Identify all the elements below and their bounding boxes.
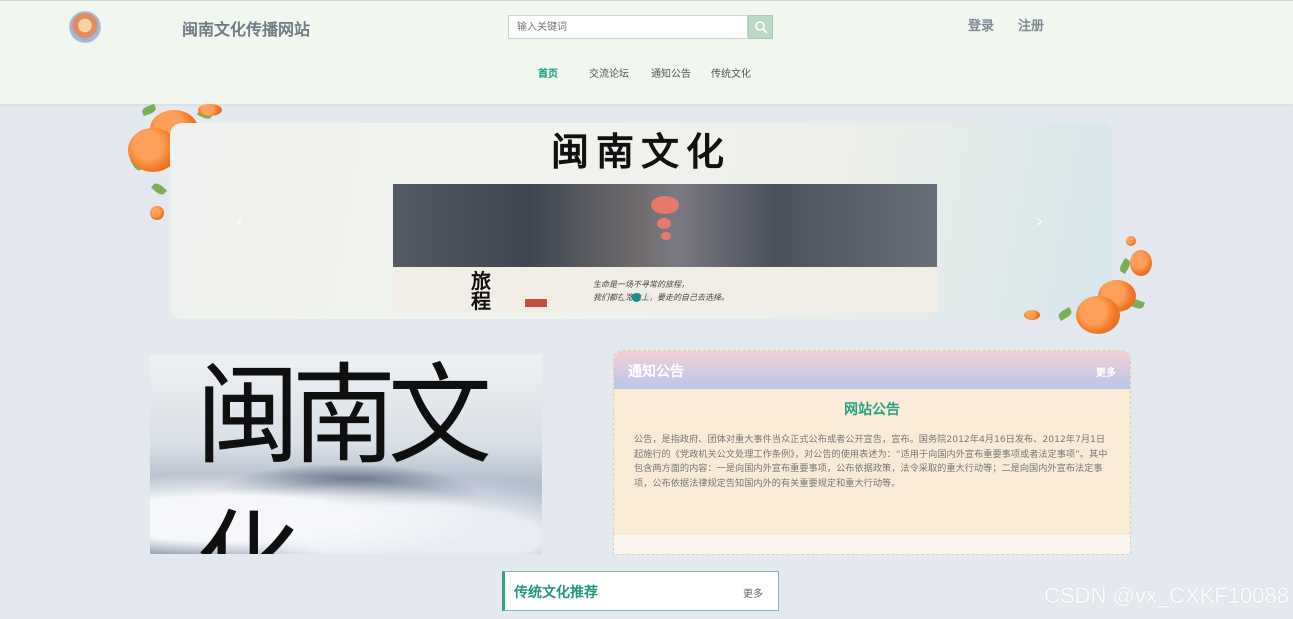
chevron-left-icon[interactable]: ‹ bbox=[236, 211, 243, 232]
flower-icon bbox=[1130, 250, 1152, 276]
site-header: 闽南文化传播网站 登录 注册 首页 交流论坛 通知公告 传统文化 bbox=[0, 0, 1293, 104]
csdn-watermark: CSDN @vx_CXKF10088 bbox=[1044, 583, 1289, 608]
search-button[interactable] bbox=[748, 15, 773, 39]
lantern-icon bbox=[661, 232, 671, 240]
chevron-right-icon[interactable]: › bbox=[1036, 211, 1043, 232]
leaf-icon bbox=[151, 181, 167, 197]
leaf-icon bbox=[141, 103, 157, 117]
poem-line-2: 我们都在路途上，要走的自己去选择。 bbox=[593, 293, 729, 302]
flower-icon bbox=[1024, 310, 1040, 320]
seal-stamp bbox=[525, 299, 547, 307]
nav-home[interactable]: 首页 bbox=[538, 65, 558, 80]
login-link[interactable]: 登录 bbox=[968, 15, 994, 34]
flower-icon bbox=[150, 206, 164, 220]
notice-header: 通知公告 更多 bbox=[614, 351, 1130, 389]
flower-icon bbox=[1076, 296, 1120, 334]
lantern-icon bbox=[657, 218, 671, 229]
flower-icon bbox=[198, 104, 222, 116]
notice-more-link[interactable]: 更多 bbox=[1096, 364, 1116, 379]
culture-image-text: 闽南文化 bbox=[196, 355, 492, 554]
alley-photo bbox=[393, 184, 937, 267]
nav-culture[interactable]: 传统文化 bbox=[711, 65, 751, 80]
culture-feature-image[interactable]: 闽南文化 bbox=[150, 355, 542, 554]
carousel-dot[interactable] bbox=[622, 294, 628, 300]
culture-recommend-header: 传统文化推荐 更多 bbox=[502, 571, 779, 611]
register-link[interactable]: 注册 bbox=[1018, 15, 1044, 34]
flower-icon bbox=[1126, 236, 1136, 246]
notice-body: 公告，是指政府、团体对重大事件当众正式公布或者公开宣告，宣布。国务院2012年4… bbox=[634, 434, 1108, 489]
travel-calligraphy: 旅程 bbox=[471, 269, 491, 313]
notice-subtitle[interactable]: 网站公告 bbox=[614, 399, 1130, 419]
banner-title: 闽南文化 bbox=[550, 129, 731, 174]
nav-notice[interactable]: 通知公告 bbox=[651, 65, 691, 80]
poem-line-1: 生命是一场不寻常的旅程， bbox=[593, 280, 689, 289]
hero-carousel[interactable]: 闽南文化 旅程 生命是一场不寻常的旅程， 我们都在路途上，要走的自己去选择。 ‹… bbox=[170, 123, 1112, 319]
temple-logo-icon[interactable] bbox=[69, 11, 101, 43]
notice-title: 通知公告 bbox=[628, 364, 684, 380]
notice-footer bbox=[614, 535, 1130, 554]
recommend-title: 传统文化推荐 bbox=[514, 585, 598, 601]
lantern-icon bbox=[651, 196, 679, 214]
photo-caption-area: 旅程 生命是一场不寻常的旅程， 我们都在路途上，要走的自己去选择。 bbox=[393, 267, 937, 312]
site-title[interactable]: 闽南文化传播网站 bbox=[182, 16, 310, 40]
notice-panel: 通知公告 更多 网站公告 公告，是指政府、团体对重大事件当众正式公布或者公开宣告… bbox=[613, 350, 1131, 555]
banner-photo: 旅程 生命是一场不寻常的旅程， 我们都在路途上，要走的自己去选择。 bbox=[393, 184, 937, 312]
search-icon bbox=[755, 21, 768, 34]
carousel-dot-active[interactable] bbox=[632, 293, 641, 302]
recommend-more-link[interactable]: 更多 bbox=[743, 585, 763, 600]
search-input[interactable] bbox=[508, 15, 748, 39]
carousel-dot[interactable] bbox=[646, 294, 652, 300]
nav-forum[interactable]: 交流论坛 bbox=[589, 65, 629, 80]
